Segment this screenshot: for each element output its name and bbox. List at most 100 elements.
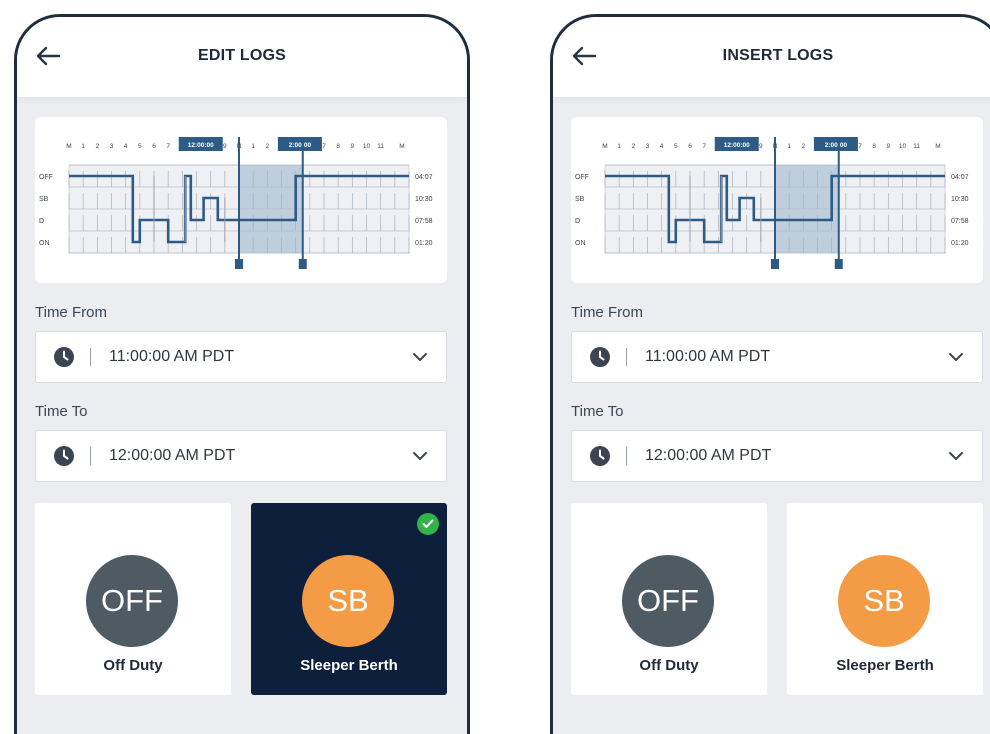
check-circle-icon (417, 513, 439, 535)
hour-label: 3 (110, 143, 114, 150)
page-title: EDIT LOGS (197, 47, 287, 64)
row-label: D (39, 218, 44, 225)
hour-label: 9 (887, 143, 891, 150)
status-name-sleeper-berth: Sleeper Berth (836, 657, 934, 674)
hour-label: 9 (759, 143, 763, 150)
hour-label: 2 (266, 143, 270, 150)
time-to-field[interactable]: 12:00:00 AM PDT (571, 430, 983, 482)
log-chart[interactable]: OFF 04:07SB 10:30D 07:58ON 01:20M 1 2 3 4 5 6 7 12:0… (35, 117, 447, 283)
hour-label: 9 (223, 143, 227, 150)
hour-label: 5 (138, 143, 142, 150)
time-from-field[interactable]: 11:00:00 AM PDT (571, 331, 983, 383)
hour-label: 2 (96, 143, 100, 150)
clock-icon (54, 347, 74, 367)
range-handle (834, 259, 843, 269)
status-card-sleeper-berth[interactable]: SB Sleeper Berth (251, 503, 447, 695)
time-to-label: Time To (571, 403, 624, 420)
divider (626, 348, 627, 366)
hour-label: 3 (646, 143, 650, 150)
hour-label: 1 (787, 143, 791, 150)
page-title: INSERT LOGS (722, 47, 834, 64)
row-label: ON (39, 240, 50, 247)
app-bar: EDIT LOGS (17, 17, 467, 97)
insert-logs-screen: INSERT LOGS OFF 04:07 SB 10:30 D 07:58 ON 01:20… (550, 14, 990, 734)
time-badge-label: 2:00:00 (825, 142, 848, 149)
time-from-value: 11:00:00 AM PDT (109, 348, 235, 365)
row-label: SB (575, 196, 585, 203)
status-name-off-duty: Off Duty (639, 657, 699, 674)
hour-label: M (602, 143, 607, 150)
time-from-value: 11:00:00 AM PDT (645, 348, 771, 365)
row-total: 04:07 (951, 174, 969, 181)
hour-label: 6 (688, 143, 692, 150)
clock-icon (590, 347, 610, 367)
edit-logs-screen: EDIT LOGS OFF 04:07 SB 10:30 D 07:58 ON 01:20 M 1… (14, 14, 470, 734)
hour-label: 8 (872, 143, 876, 150)
status-circle-sb: SB (302, 555, 394, 647)
chevron-down-icon[interactable] (948, 451, 964, 461)
hour-label: 7 (166, 143, 170, 150)
row-total: 10:30 (415, 196, 433, 203)
time-to-field[interactable]: 12:00:00 AM PDT (35, 430, 447, 482)
log-chart-card: OFF 04:07 SB 10:30 D 07:58 ON 01:20 M 1 2 3 4 5 6 7 12:0… (35, 117, 447, 283)
clock-icon (54, 446, 74, 466)
divider (90, 447, 91, 465)
time-to-value: 12:00:00 AM PDT (109, 447, 236, 464)
log-chart[interactable]: OFF 04:07SB 10:30D 07:58ON 01:20M 1 2 3 4 5 6 7 12:0… (571, 117, 983, 283)
hour-label: 1 (81, 143, 85, 150)
hour-label: 1 (251, 143, 255, 150)
row-total: 07:58 (951, 218, 969, 225)
row-label: OFF (575, 174, 589, 181)
hour-label: 10 (899, 143, 907, 150)
hour-label: M (935, 143, 940, 150)
range-handle (771, 259, 779, 269)
status-circle-sb: SB (838, 555, 930, 647)
status-card-off-duty[interactable]: OFF Off Duty (35, 503, 231, 695)
time-badge-label: 2:00:00 (289, 142, 312, 149)
hour-label: 2 (802, 143, 806, 150)
hour-label: M (66, 143, 71, 150)
time-badge-label: 12:00:00 (188, 142, 214, 149)
row-label: OFF (39, 174, 53, 181)
status-card-sleeper-berth[interactable]: SB Sleeper Berth (787, 503, 983, 695)
log-chart-card: OFF 04:07 SB 10:30 D 07:58 ON 01:20 M 1 2 3 4 5 6 7 12:0… (571, 117, 983, 283)
divider (90, 348, 91, 366)
hour-label: 6 (152, 143, 156, 150)
hour-label: 9 (351, 143, 355, 150)
status-circle-off: OFF (86, 555, 178, 647)
hour-label: 1 (617, 143, 621, 150)
hour-label: 7 (858, 143, 862, 150)
hour-label: 10 (363, 143, 371, 150)
time-to-label: Time To (35, 403, 88, 420)
status-circle-off: OFF (622, 555, 714, 647)
hour-label: 7 (322, 143, 326, 150)
row-total: 01:20 (415, 240, 433, 247)
time-from-label: Time From (35, 304, 107, 321)
row-label: ON (575, 240, 586, 247)
status-card-off-duty[interactable]: OFF Off Duty (571, 503, 767, 695)
time-to-value: 12:00:00 AM PDT (645, 447, 772, 464)
time-badge-label: 12:00:00 (724, 142, 750, 149)
range-handle (235, 259, 243, 269)
hour-label: 4 (660, 143, 664, 150)
time-from-field[interactable]: 11:00:00 AM PDT (35, 331, 447, 383)
row-total: 07:58 (415, 218, 433, 225)
hour-label: 8 (336, 143, 340, 150)
range-handle (298, 259, 307, 269)
row-total: 01:20 (951, 240, 969, 247)
divider (626, 447, 627, 465)
hour-label: 5 (674, 143, 678, 150)
chevron-down-icon[interactable] (412, 451, 428, 461)
hour-label: 11 (377, 143, 384, 150)
chevron-down-icon[interactable] (412, 352, 428, 362)
hour-label: M (399, 143, 404, 150)
row-total: 04:07 (415, 174, 433, 181)
app-bar: INSERT LOGS (553, 17, 990, 97)
chevron-down-icon[interactable] (948, 352, 964, 362)
hour-label: 7 (702, 143, 706, 150)
status-name-off-duty: Off Duty (103, 657, 163, 674)
clock-icon (590, 446, 610, 466)
status-name-sleeper-berth: Sleeper Berth (300, 657, 398, 674)
row-total: 10:30 (951, 196, 969, 203)
row-label: D (575, 218, 580, 225)
